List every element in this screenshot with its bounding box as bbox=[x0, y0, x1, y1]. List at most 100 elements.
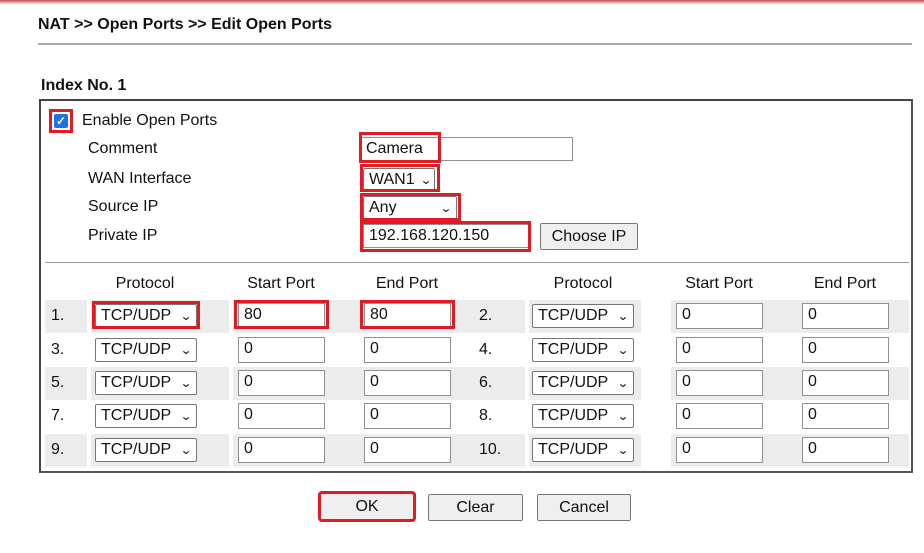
port-entry-number: 3. bbox=[51, 341, 65, 358]
port-row: 1. TCP/UDP ⌄ 80 80 2. TCP/UDP ⌄ 0 0 bbox=[45, 300, 909, 333]
source-ip-label: Source IP bbox=[88, 198, 159, 215]
end-port-input[interactable]: 0 bbox=[364, 437, 451, 463]
protocol-select[interactable]: TCP/UDP ⌄ bbox=[532, 438, 634, 462]
chevron-down-icon: ⌄ bbox=[179, 309, 193, 323]
port-row: 3. TCP/UDP ⌄ 0 0 4. TCP/UDP ⌄ 0 0 bbox=[45, 334, 909, 367]
start-port-input[interactable]: 0 bbox=[676, 370, 763, 396]
end-port-input[interactable]: 0 bbox=[802, 370, 889, 396]
port-entry-number: 7. bbox=[51, 407, 65, 424]
start-port-input[interactable]: 80 bbox=[238, 303, 325, 329]
protocol-select[interactable]: TCP/UDP ⌄ bbox=[95, 304, 197, 328]
chevron-down-icon: ⌄ bbox=[616, 443, 630, 457]
section-divider bbox=[45, 262, 909, 263]
start-port-input[interactable]: 0 bbox=[238, 337, 325, 363]
header-divider bbox=[38, 43, 912, 45]
chevron-down-icon: ⌄ bbox=[419, 173, 432, 187]
check-icon: ✓ bbox=[55, 114, 67, 128]
breadcrumb: NAT >> Open Ports >> Edit Open Ports bbox=[38, 16, 332, 33]
protocol-value: TCP/UDP bbox=[538, 307, 609, 324]
protocol-select[interactable]: TCP/UDP ⌄ bbox=[95, 438, 197, 462]
enable-open-ports-label: Enable Open Ports bbox=[82, 112, 218, 129]
port-entry-number: 6. bbox=[479, 374, 493, 391]
open-ports-form: ✓ Enable Open Ports Comment Camera WAN I… bbox=[39, 99, 913, 473]
table-cell bbox=[469, 400, 525, 433]
start-port-input[interactable]: 0 bbox=[676, 337, 763, 363]
enable-open-ports-checkbox[interactable]: ✓ bbox=[54, 114, 68, 128]
private-ip-label: Private IP bbox=[88, 227, 158, 244]
port-entry-number: 9. bbox=[51, 441, 65, 458]
chevron-down-icon: ⌄ bbox=[616, 309, 630, 323]
choose-ip-button[interactable]: Choose IP bbox=[540, 223, 638, 250]
protocol-value: TCP/UDP bbox=[538, 441, 609, 458]
port-entry-number: 4. bbox=[479, 341, 493, 358]
end-port-input[interactable]: 0 bbox=[364, 403, 451, 429]
table-cell bbox=[469, 334, 525, 367]
protocol-value: TCP/UDP bbox=[538, 374, 609, 391]
start-port-input[interactable]: 0 bbox=[238, 370, 325, 396]
chevron-down-icon: ⌄ bbox=[439, 201, 453, 215]
protocol-select[interactable]: TCP/UDP ⌄ bbox=[532, 304, 634, 328]
start-port-input[interactable]: 0 bbox=[238, 437, 325, 463]
wan-interface-select[interactable]: WAN1 ⌄ bbox=[363, 168, 435, 192]
port-entry-number: 5. bbox=[51, 374, 65, 391]
start-port-input[interactable]: 0 bbox=[676, 303, 763, 329]
chevron-down-icon: ⌄ bbox=[179, 343, 193, 357]
col-header-end-port-right: End Port bbox=[813, 275, 877, 292]
end-port-input[interactable]: 0 bbox=[364, 337, 451, 363]
source-ip-select[interactable]: Any ⌄ bbox=[363, 196, 457, 220]
table-cell bbox=[469, 367, 525, 400]
comment-label: Comment bbox=[88, 140, 158, 157]
ok-button[interactable]: OK bbox=[318, 491, 416, 522]
chevron-down-icon: ⌄ bbox=[616, 409, 630, 423]
end-port-input[interactable]: 0 bbox=[802, 403, 889, 429]
port-entry-number: 8. bbox=[479, 407, 493, 424]
port-entry-number: 1. bbox=[51, 307, 65, 324]
end-port-input[interactable]: 0 bbox=[802, 437, 889, 463]
protocol-select[interactable]: TCP/UDP ⌄ bbox=[95, 371, 197, 395]
protocol-select[interactable]: TCP/UDP ⌄ bbox=[95, 404, 197, 428]
table-cell bbox=[469, 300, 525, 333]
protocol-value: TCP/UDP bbox=[101, 341, 172, 358]
start-port-input[interactable]: 0 bbox=[676, 403, 763, 429]
source-ip-value: Any bbox=[369, 199, 397, 216]
enable-checkbox-highlight: ✓ bbox=[49, 109, 73, 133]
col-header-start-port-left: Start Port bbox=[247, 275, 315, 292]
protocol-value: TCP/UDP bbox=[538, 407, 609, 424]
col-header-protocol-left: Protocol bbox=[115, 275, 175, 292]
protocol-select[interactable]: TCP/UDP ⌄ bbox=[95, 338, 197, 362]
top-accent-bar bbox=[0, 0, 924, 4]
end-port-input[interactable]: 80 bbox=[364, 303, 451, 329]
end-port-input[interactable]: 0 bbox=[364, 370, 451, 396]
port-entry-number: 2. bbox=[479, 307, 493, 324]
wan-interface-label: WAN Interface bbox=[88, 170, 192, 187]
protocol-select[interactable]: TCP/UDP ⌄ bbox=[532, 404, 634, 428]
port-entry-number: 10. bbox=[479, 441, 502, 458]
col-header-start-port-right: Start Port bbox=[685, 275, 753, 292]
port-row: 7. TCP/UDP ⌄ 0 0 8. TCP/UDP ⌄ 0 0 bbox=[45, 400, 909, 433]
protocol-value: TCP/UDP bbox=[538, 341, 609, 358]
chevron-down-icon: ⌄ bbox=[179, 376, 193, 390]
comment-input[interactable]: Camera bbox=[360, 137, 573, 161]
clear-button[interactable]: Clear bbox=[428, 494, 523, 521]
protocol-value: TCP/UDP bbox=[101, 307, 172, 324]
chevron-down-icon: ⌄ bbox=[616, 343, 630, 357]
end-port-input[interactable]: 0 bbox=[802, 303, 889, 329]
port-row: 9. TCP/UDP ⌄ 0 0 10. TCP/UDP ⌄ 0 0 bbox=[45, 434, 909, 467]
protocol-value: TCP/UDP bbox=[101, 374, 172, 391]
cancel-button[interactable]: Cancel bbox=[537, 494, 631, 521]
protocol-value: TCP/UDP bbox=[101, 441, 172, 458]
wan-interface-value: WAN1 bbox=[369, 171, 415, 188]
private-ip-input[interactable]: 192.168.120.150 bbox=[363, 224, 529, 248]
protocol-select[interactable]: TCP/UDP ⌄ bbox=[532, 338, 634, 362]
protocol-value: TCP/UDP bbox=[101, 407, 172, 424]
col-header-end-port-left: End Port bbox=[375, 275, 439, 292]
chevron-down-icon: ⌄ bbox=[179, 443, 193, 457]
start-port-input[interactable]: 0 bbox=[676, 437, 763, 463]
end-port-input[interactable]: 0 bbox=[802, 337, 889, 363]
protocol-select[interactable]: TCP/UDP ⌄ bbox=[532, 371, 634, 395]
index-title: Index No. 1 bbox=[41, 77, 127, 94]
start-port-input[interactable]: 0 bbox=[238, 403, 325, 429]
chevron-down-icon: ⌄ bbox=[616, 376, 630, 390]
chevron-down-icon: ⌄ bbox=[179, 409, 193, 423]
col-header-protocol-right: Protocol bbox=[553, 275, 613, 292]
